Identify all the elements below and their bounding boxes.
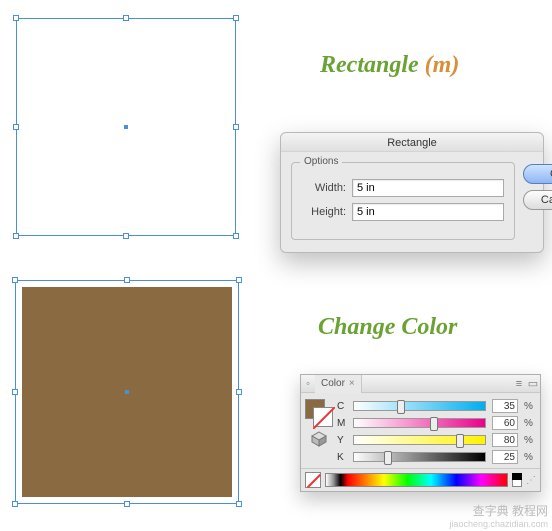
pct-label: % — [524, 418, 534, 429]
cancel-button[interactable]: Cancel — [523, 190, 552, 210]
height-label: Height: — [302, 206, 346, 218]
center-point-icon — [124, 125, 128, 129]
bw-swatch[interactable] — [512, 473, 522, 487]
watermark-line1: 查字典 教程网 — [449, 502, 548, 519]
cmyk-sliders: C 35 % M 60 % Y 80 % K 25 % — [337, 399, 536, 464]
resize-grip-icon[interactable]: ⋰ — [526, 475, 536, 486]
caption-rectangle: Rectangle (m) — [320, 52, 459, 79]
slider-c[interactable] — [353, 401, 486, 411]
channel-value-k[interactable]: 25 — [492, 450, 518, 464]
slider-row-y: Y 80 % — [337, 433, 534, 447]
pct-label: % — [524, 452, 534, 463]
width-label: Width: — [302, 182, 346, 194]
handle-mid-left[interactable] — [12, 389, 18, 395]
selection-box-outline-2 — [15, 280, 239, 504]
color-panel: ◦ Color × ≡ ▭ C 35 — [300, 374, 541, 492]
caption-rectangle-shortcut: (m) — [425, 52, 460, 78]
watermark: 查字典 教程网 jiaocheng.chazidian.com — [445, 500, 552, 531]
handle-bottom-mid[interactable] — [124, 501, 130, 507]
panel-menu-icon[interactable]: ≡ — [512, 378, 526, 390]
handle-mid-right[interactable] — [233, 124, 239, 130]
handle-bottom-left[interactable] — [13, 233, 19, 239]
none-swatch[interactable] — [305, 472, 321, 488]
pct-label: % — [524, 401, 534, 412]
channel-value-m[interactable]: 60 — [492, 416, 518, 430]
center-point-icon — [125, 390, 129, 394]
panel-tab-label: Color — [321, 378, 345, 389]
pct-label: % — [524, 435, 534, 446]
ok-button[interactable]: OK ➤ — [523, 164, 552, 184]
handle-top-right[interactable] — [236, 277, 242, 283]
options-legend: Options — [300, 156, 342, 167]
caption-change-color: Change Color — [318, 314, 457, 341]
slider-k[interactable] — [353, 452, 486, 462]
channel-label-y: Y — [337, 435, 347, 446]
cancel-button-label: Cancel — [541, 194, 552, 206]
slider-row-m: M 60 % — [337, 416, 534, 430]
dialog-title: Rectangle — [281, 133, 543, 152]
handle-mid-left[interactable] — [13, 124, 19, 130]
panel-dock-icon[interactable]: ▭ — [526, 377, 540, 390]
handle-top-left[interactable] — [12, 277, 18, 283]
panel-collapse-icon[interactable]: ◦ — [301, 378, 315, 390]
handle-mid-right[interactable] — [236, 389, 242, 395]
cube-icon[interactable] — [311, 431, 327, 447]
selection-box-outline — [16, 18, 236, 236]
swatch-column — [305, 399, 333, 464]
stroke-swatch[interactable] — [313, 407, 333, 427]
handle-bottom-mid[interactable] — [123, 233, 129, 239]
color-panel-footer: ⋰ — [301, 468, 540, 491]
slider-row-c: C 35 % — [337, 399, 534, 413]
watermark-line2: jiaocheng.chazidian.com — [449, 519, 548, 529]
handle-top-mid[interactable] — [123, 15, 129, 21]
handle-top-left[interactable] — [13, 15, 19, 21]
panel-header: ◦ Color × ≡ ▭ — [301, 375, 540, 393]
close-icon[interactable]: × — [349, 378, 355, 389]
slider-row-k: K 25 % — [337, 450, 534, 464]
channel-label-m: M — [337, 418, 347, 429]
slider-y[interactable] — [353, 435, 486, 445]
height-input[interactable] — [352, 203, 504, 221]
handle-bottom-right[interactable] — [236, 501, 242, 507]
spectrum-bar[interactable] — [325, 473, 508, 487]
slider-m[interactable] — [353, 418, 486, 428]
rectangle-dialog: Rectangle Options Width: Height: OK ➤ Ca… — [280, 132, 544, 253]
options-fieldset: Options Width: Height: — [291, 162, 515, 240]
handle-top-mid[interactable] — [124, 277, 130, 283]
width-input[interactable] — [352, 179, 504, 197]
channel-value-c[interactable]: 35 — [492, 399, 518, 413]
panel-tab-color[interactable]: Color × — [315, 375, 362, 393]
handle-top-right[interactable] — [233, 15, 239, 21]
handle-bottom-right[interactable] — [233, 233, 239, 239]
caption-rectangle-text: Rectangle — [320, 52, 425, 78]
channel-value-y[interactable]: 80 — [492, 433, 518, 447]
channel-label-c: C — [337, 401, 347, 412]
handle-bottom-left[interactable] — [12, 501, 18, 507]
channel-label-k: K — [337, 452, 347, 463]
